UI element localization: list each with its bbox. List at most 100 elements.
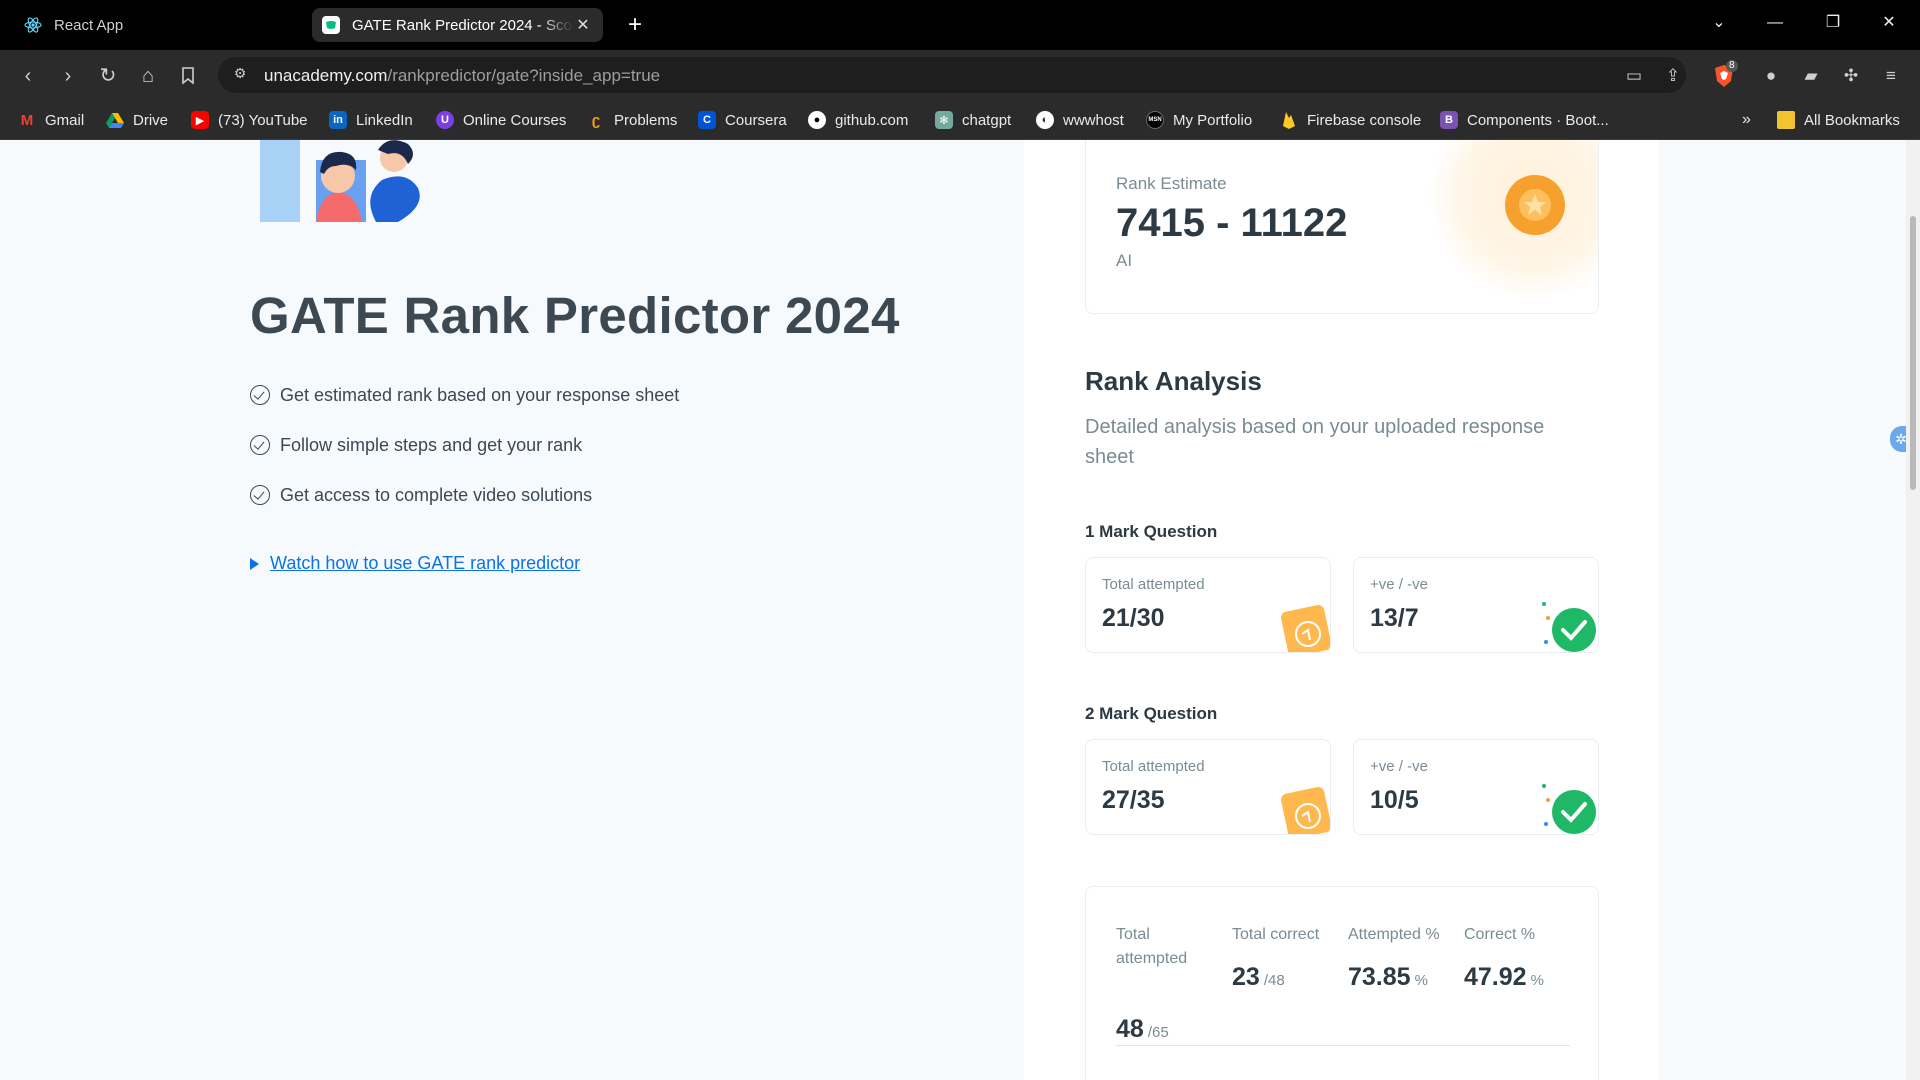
cast-icon[interactable]: ▭ [1620, 62, 1648, 90]
extensions-icon[interactable]: ✣ [1837, 62, 1865, 90]
restore-button[interactable]: ❐ [1810, 6, 1856, 40]
stat-value: 73.85% [1348, 963, 1428, 991]
stat-label: Attempted % [1348, 926, 1440, 943]
results-panel: Rank Estimate 7415 - 11122 AI Rank Analy… [1024, 140, 1658, 1080]
play-icon [250, 557, 259, 570]
answer-sheet-icon [1281, 605, 1330, 652]
bookmark-gmail[interactable]: M Gmail [18, 109, 84, 131]
bookmark-drive[interactable]: Drive [106, 109, 168, 131]
tab-title: GATE Rank Predictor 2024 - Score [352, 16, 573, 34]
rank-analysis-description: Detailed analysis based on your uploaded… [1085, 416, 1545, 468]
minimize-button[interactable]: — [1752, 6, 1798, 40]
bookmark-bootstrap[interactable]: B Components · Boot... [1440, 109, 1609, 131]
tab-react-app[interactable]: React App [18, 8, 308, 42]
total-correct-stat: Total correct 23/48 [1232, 923, 1320, 991]
bookmark-github[interactable]: ● github.com [808, 109, 908, 131]
toolbar: ‹ › ↻ ⌂ ⚙ unacademy.com/rankpredictor/ga… [0, 50, 1920, 100]
tab-title: React App [54, 16, 124, 34]
two-mark-pos-neg-card: +ve / -ve 10/5 [1353, 739, 1599, 835]
page-scrollbar[interactable] [1906, 140, 1920, 1080]
tab-gate-rank-predictor[interactable]: GATE Rank Predictor 2024 - Score ✕ [312, 8, 603, 42]
close-tab-icon[interactable]: ✕ [573, 15, 593, 35]
rank-estimate-label: Rank Estimate [1116, 174, 1227, 193]
hero-illustration [258, 140, 428, 222]
bookmark-chatgpt[interactable]: ✻ chatgpt [935, 109, 1011, 131]
stat-value: 21/30 [1102, 604, 1165, 632]
scrollbar-thumb[interactable] [1910, 216, 1916, 490]
stat-value: 27/35 [1102, 786, 1165, 814]
feature-item: Get access to complete video solutions [250, 482, 592, 508]
stat-value: 47.92% [1464, 963, 1544, 991]
brave-shield-icon[interactable]: 8 [1710, 60, 1738, 90]
stat-label: Correct % [1464, 926, 1536, 943]
new-tab-button[interactable]: + [620, 10, 650, 40]
stat-label: Total attempted [1102, 576, 1205, 593]
bookmark-youtube[interactable]: ▶ (73) YouTube [191, 109, 308, 131]
drive-icon [106, 111, 124, 129]
folder-icon [1777, 111, 1795, 129]
linkedin-icon: in [329, 111, 347, 129]
watch-tutorial-link[interactable]: Watch how to use GATE rank predictor [250, 553, 580, 574]
back-button[interactable]: ‹ [14, 62, 42, 90]
bookmark-problems[interactable]: ʗ Problems [587, 109, 678, 131]
address-bar[interactable]: ⚙ unacademy.com/rankpredictor/gate?insid… [218, 57, 1686, 93]
green-check-icon [1542, 784, 1596, 834]
firebase-icon [1280, 111, 1298, 129]
home-button[interactable]: ⌂ [134, 62, 162, 90]
bookmark-linkedin[interactable]: in LinkedIn [329, 109, 413, 131]
share-icon[interactable]: ⇪ [1659, 62, 1687, 90]
rank-category: AI [1116, 251, 1133, 270]
stat-value: 10/5 [1370, 786, 1419, 814]
close-window-button[interactable]: ✕ [1866, 6, 1912, 40]
bookmark-firebase[interactable]: Firebase console [1280, 109, 1421, 131]
hero-section: GATE Rank Predictor 2024 Get estimated r… [0, 140, 1024, 1080]
bootstrap-icon: B [1440, 111, 1458, 129]
rank-estimate-value: 7415 - 11122 [1116, 201, 1348, 245]
stat-value: 48/65 [1116, 1015, 1169, 1043]
one-mark-attempted-card: Total attempted 21/30 [1085, 557, 1331, 653]
site-info-icon[interactable]: ⚙ [230, 65, 250, 85]
one-mark-pos-neg-card: +ve / -ve 13/7 [1353, 557, 1599, 653]
forward-button[interactable]: › [54, 62, 82, 90]
one-mark-title: 1 Mark Question [1085, 522, 1218, 541]
stat-label: +ve / -ve [1370, 576, 1428, 593]
tab-search-icon[interactable]: ⌄ [1696, 6, 1742, 40]
feature-item: Follow simple steps and get your rank [250, 432, 582, 458]
two-mark-title: 2 Mark Question [1085, 704, 1218, 723]
bookmark-online-courses[interactable]: U Online Courses [436, 109, 566, 131]
coursera-icon: C [698, 111, 716, 129]
green-check-icon [1542, 602, 1596, 652]
reload-button[interactable]: ↻ [94, 62, 122, 90]
check-circle-icon [250, 385, 270, 405]
menu-icon[interactable]: ≡ [1877, 62, 1905, 90]
bookmark-my-portfolio[interactable]: MSN My Portfolio [1146, 109, 1252, 131]
stat-value: 13/7 [1370, 604, 1419, 632]
stat-label: Total attempted [1102, 758, 1205, 775]
check-circle-icon [250, 485, 270, 505]
answer-sheet-icon [1281, 787, 1330, 834]
correct-percent-stat: Correct % 47.92% [1464, 923, 1544, 991]
all-bookmarks-button[interactable]: All Bookmarks [1777, 109, 1900, 131]
bookmark-wwwhost[interactable]: ◐ wwwhost [1036, 109, 1124, 131]
stat-label: Total correct [1232, 926, 1320, 943]
rank-estimate-card: Rank Estimate 7415 - 11122 AI [1085, 140, 1599, 314]
globe-icon: ◐ [1036, 111, 1054, 129]
wallet-icon[interactable]: ▰ [1797, 62, 1825, 90]
bookmarks-overflow-button[interactable]: » [1742, 109, 1751, 131]
browser-tab-strip: React App GATE Rank Predictor 2024 - Sco… [0, 0, 1920, 50]
youtube-icon: ▶ [191, 111, 209, 129]
page-title: GATE Rank Predictor 2024 [250, 287, 900, 344]
stat-label: Total attempted [1116, 926, 1188, 967]
total-attempted-stat: Total attempted 48/65 [1116, 923, 1216, 1043]
bookmark-coursera[interactable]: C Coursera [698, 109, 787, 131]
attempted-percent-stat: Attempted % 73.85% [1348, 923, 1440, 991]
rewards-icon[interactable]: ● [1757, 62, 1785, 90]
github-icon: ● [808, 111, 826, 129]
summary-card: Total attempted 48/65 Total correct 23/4… [1085, 886, 1599, 1080]
problems-icon: ʗ [591, 111, 601, 129]
bookmark-button[interactable] [174, 62, 202, 90]
rank-analysis-title: Rank Analysis [1085, 366, 1262, 396]
feature-item: Get estimated rank based on your respons… [250, 382, 679, 408]
unacademy-icon [322, 16, 340, 34]
msn-icon: MSN [1146, 111, 1164, 129]
